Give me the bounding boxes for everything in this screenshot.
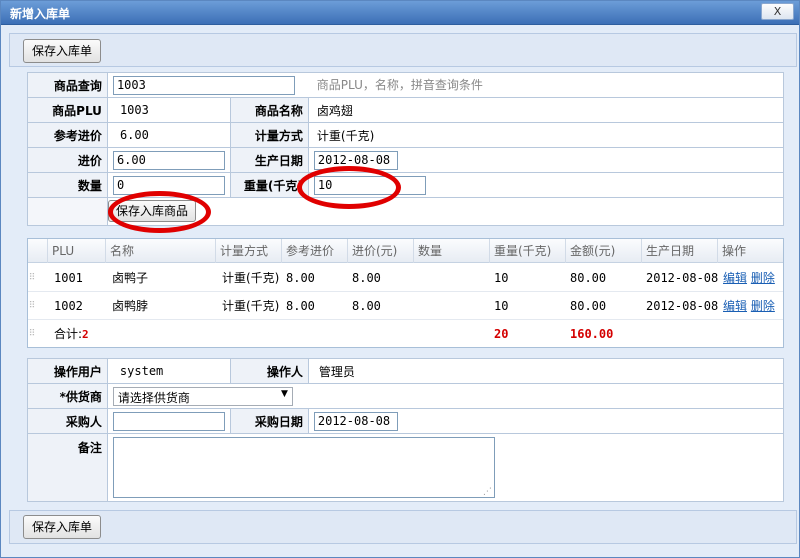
dialog-window: 新增入库单 X 保存入库单 商品查询 1003 商品PLU，名称，拼音查询条件 … xyxy=(0,0,800,558)
cell-amount: 80.00 xyxy=(570,299,607,313)
cell-price: 8.00 xyxy=(352,271,381,285)
summary-label: 合计: xyxy=(54,327,83,341)
edit-link[interactable]: 编辑 xyxy=(723,299,747,313)
save-item-button[interactable]: 保存入库商品 xyxy=(107,200,196,222)
col-name[interactable]: 名称 xyxy=(106,239,216,263)
query-label: 商品查询 xyxy=(27,72,108,98)
col-actions[interactable]: 操作 xyxy=(718,239,783,263)
unit-label: 计量方式 xyxy=(229,122,309,148)
buyer-input[interactable] xyxy=(112,411,225,431)
quantity-input[interactable]: 0 xyxy=(112,175,225,195)
user-label: 操作用户 xyxy=(27,358,108,384)
product-name-label: 商品名称 xyxy=(229,97,309,123)
drag-handle-icon[interactable]: ⠿ xyxy=(28,292,36,320)
cell-amount: 80.00 xyxy=(570,271,607,285)
col-ref-price[interactable]: 参考进价 xyxy=(282,239,348,263)
grid-header: PLU 名称 计量方式 参考进价 进价(元) 数量 重量(千克) 金额(元) 生… xyxy=(28,239,783,263)
ref-price-value: 6.00 xyxy=(106,122,231,148)
cell-name: 卤鸭子 xyxy=(112,271,149,285)
summary-amount: 160.00 xyxy=(570,327,614,341)
close-button[interactable]: X xyxy=(761,3,794,20)
col-weight[interactable]: 重量(千克) xyxy=(490,239,566,263)
save-order-button-bottom[interactable]: 保存入库单 xyxy=(23,515,102,539)
summary-row: ⠿ 合计:2 20 160.00 xyxy=(28,320,783,348)
purchase-date-input[interactable]: 2012-08-08 xyxy=(313,411,398,431)
summary-weight: 20 xyxy=(494,327,509,341)
bottom-toolbar: 保存入库单 xyxy=(9,510,797,544)
weight-input[interactable]: 10 xyxy=(313,175,426,195)
weight-label: 重量(千克) xyxy=(229,172,309,198)
summary-count: 2 xyxy=(82,328,89,341)
purchase-date-label: 采购日期 xyxy=(229,408,309,434)
unit-value: 计重(千克) xyxy=(307,122,785,148)
cell-name: 卤鸭脖 xyxy=(112,299,149,313)
cell-price: 8.00 xyxy=(352,299,381,313)
cell-weight: 10 xyxy=(494,271,509,285)
item-entry-form: 商品查询 1003 商品PLU，名称，拼音查询条件 商品PLU 1003 商品名… xyxy=(27,72,785,226)
save-order-button-top[interactable]: 保存入库单 xyxy=(23,39,102,63)
price-label: 进价 xyxy=(27,147,108,173)
delete-link[interactable]: 删除 xyxy=(751,299,775,313)
col-price[interactable]: 进价(元) xyxy=(348,239,414,263)
items-grid: PLU 名称 计量方式 参考进价 进价(元) 数量 重量(千克) 金额(元) 生… xyxy=(27,238,784,348)
window-title: 新增入库单 xyxy=(10,7,71,21)
cell-ref-price: 8.00 xyxy=(286,299,315,313)
supplier-label: *供货商 xyxy=(27,383,108,409)
production-date-label: 生产日期 xyxy=(229,147,309,173)
chevron-down-icon: ▼ xyxy=(281,388,288,399)
cell-ref-price: 8.00 xyxy=(286,271,315,285)
col-qty[interactable]: 数量 xyxy=(414,239,490,263)
cell-weight: 10 xyxy=(494,299,509,313)
production-date-input[interactable]: 2012-08-08 xyxy=(313,150,398,170)
note-label: 备注 xyxy=(27,433,108,502)
resize-grip-icon[interactable]: ⋰ xyxy=(483,487,492,497)
note-textarea[interactable]: ⋰ xyxy=(112,437,495,498)
ref-price-label: 参考进价 xyxy=(27,122,108,148)
col-plu[interactable]: PLU xyxy=(48,239,106,263)
edit-link[interactable]: 编辑 xyxy=(723,271,747,285)
query-hint: 商品PLU，名称，拼音查询条件 xyxy=(316,77,483,92)
top-toolbar: 保存入库单 xyxy=(9,33,797,67)
cell-plu: 1001 xyxy=(54,271,83,285)
cell-unit: 计重(千克) xyxy=(222,299,280,313)
col-amount[interactable]: 金额(元) xyxy=(566,239,642,263)
query-input[interactable]: 1003 xyxy=(112,75,295,95)
supplier-selected: 请选择供货商 xyxy=(117,390,190,405)
cell-date: 2012-08-08 xyxy=(646,271,719,285)
col-date[interactable]: 生产日期 xyxy=(642,239,718,263)
title-bar[interactable]: 新增入库单 X xyxy=(1,1,799,25)
table-row[interactable]: ⠿ 1001 卤鸭子 计重(千克) 8.00 8.00 10 80.00 201… xyxy=(28,264,783,292)
cell-date: 2012-08-08 xyxy=(646,299,719,313)
quantity-label: 数量 xyxy=(27,172,108,198)
operator-label: 操作人 xyxy=(229,358,309,384)
cell-qty xyxy=(414,264,418,292)
cell-unit: 计重(千克) xyxy=(222,271,280,285)
order-info-form: 操作用户 system 操作人 管理员 *供货商 请选择供货商 ▼ 采购人 采购… xyxy=(27,358,785,502)
delete-link[interactable]: 删除 xyxy=(751,271,775,285)
plu-label: 商品PLU xyxy=(27,97,108,123)
cell-qty xyxy=(414,292,418,320)
col-unit[interactable]: 计量方式 xyxy=(216,239,282,263)
user-value: system xyxy=(106,358,231,384)
drag-handle-icon[interactable]: ⠿ xyxy=(28,264,36,292)
buyer-label: 采购人 xyxy=(27,408,108,434)
supplier-select[interactable]: 请选择供货商 ▼ xyxy=(112,386,293,406)
table-row[interactable]: ⠿ 1002 卤鸭脖 计重(千克) 8.00 8.00 10 80.00 201… xyxy=(28,292,783,320)
plu-value: 1003 xyxy=(106,97,231,123)
cell-plu: 1002 xyxy=(54,299,83,313)
operator-value: 管理员 xyxy=(307,358,785,384)
price-input[interactable]: 6.00 xyxy=(112,150,225,170)
drag-handle-icon: ⠿ xyxy=(28,329,36,339)
product-name-value: 卤鸡翅 xyxy=(307,97,785,123)
